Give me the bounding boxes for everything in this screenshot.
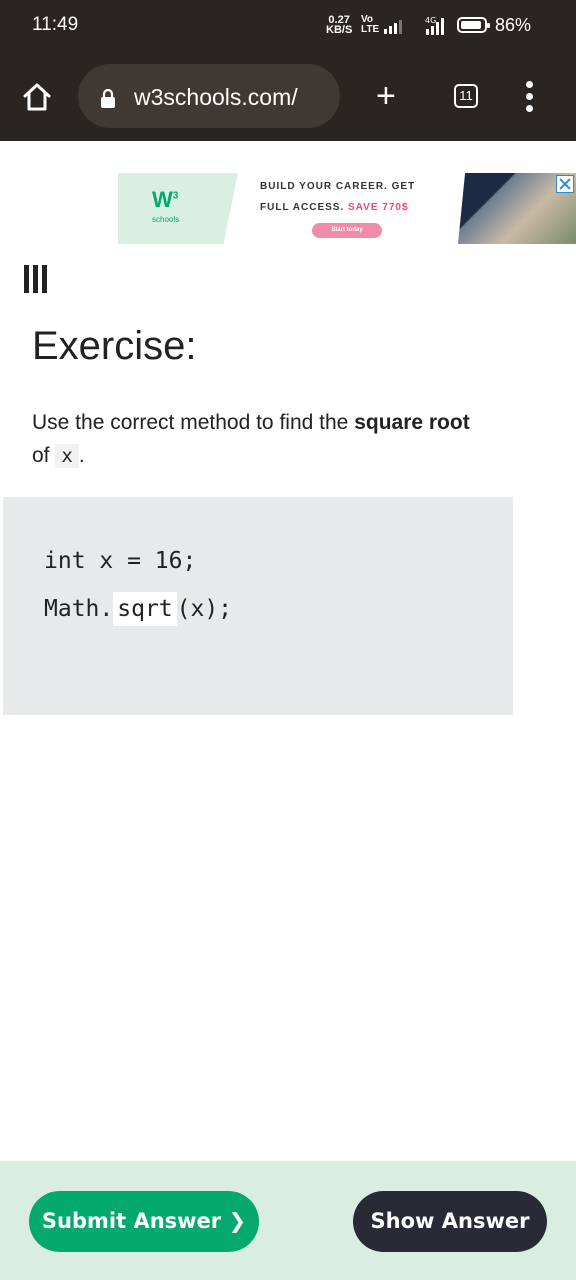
url-bar-row: w3schools.com/ + 11 [0, 62, 576, 128]
net-speed: 0.27 KB/S [326, 14, 353, 36]
status-time: 11:49 [32, 14, 79, 35]
address-bar[interactable]: w3schools.com/ [78, 64, 340, 128]
action-bar: Submit Answer ❯ Show Answer [0, 1161, 576, 1280]
submit-answer-button[interactable]: Submit Answer ❯ [29, 1191, 259, 1252]
ad-headline-1: BUILD YOUR CAREER. GET [260, 181, 416, 192]
code-line-2: Math. sqrt (x); [44, 592, 232, 626]
signal-4g-icon: 4G [425, 16, 444, 35]
lock-icon [101, 88, 115, 108]
ad-logo: W3 schools [118, 173, 238, 244]
tabs-button[interactable]: 11 [454, 84, 478, 108]
code-line-1: int x = 16; [44, 548, 197, 574]
page-title: Exercise: [32, 324, 197, 368]
volte-icon: Vo LTE [361, 14, 380, 35]
inline-code: x [55, 444, 79, 468]
status-bar: 11:49 0.27 KB/S Vo LTE 4G 86% [0, 0, 576, 52]
battery-percent: 86% [495, 15, 532, 35]
new-tab-button[interactable]: + [376, 79, 396, 113]
battery-icon [457, 17, 490, 33]
ad-headline-2: FULL ACCESS. SAVE 770$ [260, 202, 409, 213]
network-type: 4G [425, 16, 436, 25]
exercise-instruction: Use the correct method to find the squar… [32, 411, 470, 468]
signal-icon [384, 20, 402, 34]
overflow-menu-icon[interactable] [526, 81, 534, 113]
ad-banner[interactable]: W3 schools BUILD YOUR CAREER. GET FULL A… [118, 171, 576, 244]
url-text: w3schools.com/ [134, 84, 298, 110]
answer-input[interactable]: sqrt [113, 592, 177, 626]
close-icon[interactable] [556, 175, 574, 193]
menu-icon[interactable] [24, 265, 52, 295]
browser-chrome: 11:49 0.27 KB/S Vo LTE 4G 86% w3schools.… [0, 0, 576, 141]
ad-cta-button[interactable]: Start today [312, 223, 382, 238]
home-icon[interactable] [22, 82, 52, 112]
show-answer-button[interactable]: Show Answer [353, 1191, 547, 1252]
